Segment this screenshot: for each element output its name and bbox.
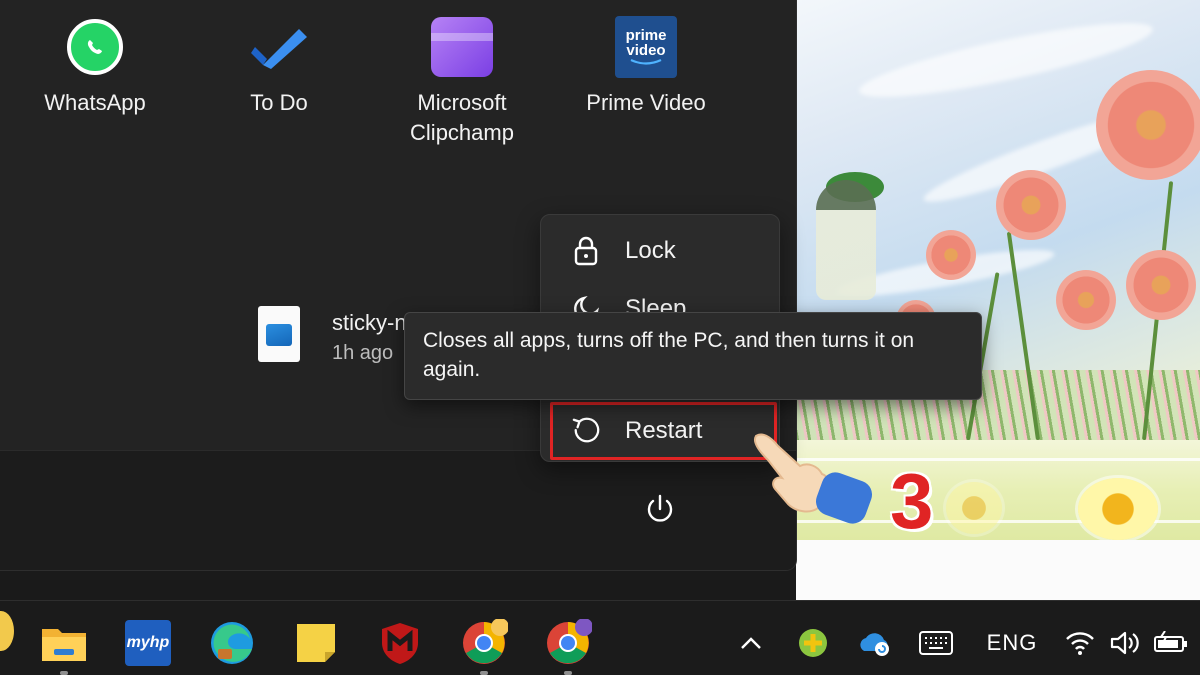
menu-item-lock[interactable]: Lock (551, 223, 771, 279)
onedrive-icon[interactable] (856, 625, 892, 661)
battery-icon[interactable] (1152, 625, 1190, 661)
file-explorer-icon[interactable] (40, 619, 88, 675)
language-indicator[interactable]: ENG (982, 625, 1042, 661)
app-label: Microsoft Clipchamp (410, 90, 514, 145)
sticky-notes-icon[interactable] (292, 619, 340, 667)
image-file-icon (258, 306, 300, 362)
edge-icon[interactable] (208, 619, 256, 667)
chrome-icon[interactable] (460, 619, 508, 675)
todo-icon (248, 16, 310, 78)
restart-tooltip: Closes all apps, turns off the PC, and t… (404, 312, 982, 400)
restart-highlight-box (550, 402, 777, 460)
clipchamp-icon (431, 16, 493, 78)
widget-icon[interactable] (0, 611, 14, 651)
recommended-file-item[interactable]: sticky-n 1h ago (258, 306, 407, 368)
app-label: Prime Video (586, 90, 706, 115)
pinned-app-todo[interactable]: To Do (194, 16, 364, 118)
power-icon (643, 493, 677, 532)
menu-item-label: Lock (625, 237, 676, 264)
taskbar: myhp ENG (0, 600, 1200, 675)
pinned-app-whatsapp[interactable]: WhatsApp (10, 16, 180, 118)
myhp-icon[interactable]: myhp (124, 619, 172, 667)
speaker-icon[interactable] (1108, 625, 1140, 661)
prime-video-icon: prime video (615, 16, 677, 78)
whatsapp-icon (64, 16, 126, 78)
chevron-up-icon[interactable] (736, 625, 766, 661)
app-label: To Do (250, 90, 308, 115)
chrome-profile-icon[interactable] (544, 619, 592, 675)
recommended-file-name: sticky-n (332, 310, 407, 335)
power-button[interactable] (640, 492, 680, 532)
wifi-icon[interactable] (1064, 625, 1096, 661)
pinned-app-prime-video[interactable]: prime video Prime Video (561, 16, 731, 118)
lock-icon (571, 236, 601, 266)
mcafee-icon[interactable] (376, 619, 424, 667)
greenshot-icon[interactable] (796, 625, 830, 661)
step-number-annotation: 3 (890, 457, 934, 545)
app-label: WhatsApp (44, 90, 146, 115)
pinned-app-clipchamp[interactable]: Microsoft Clipchamp (377, 16, 547, 148)
recommended-file-time: 1h ago (332, 342, 394, 364)
pointing-hand-icon (748, 426, 888, 536)
keyboard-icon[interactable] (918, 625, 954, 661)
